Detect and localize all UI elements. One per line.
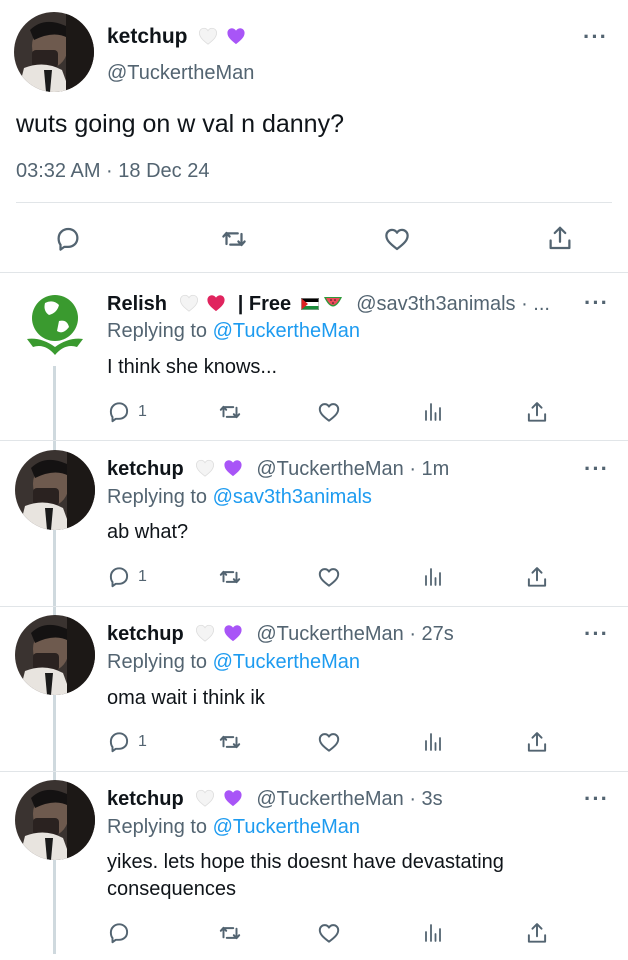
white-heart-emoji-icon bbox=[195, 789, 215, 807]
white-heart-emoji-icon bbox=[179, 294, 199, 312]
divider bbox=[0, 272, 628, 273]
analytics-icon[interactable] bbox=[421, 399, 445, 425]
like-icon[interactable] bbox=[316, 920, 342, 946]
purple-heart-emoji-icon bbox=[223, 789, 243, 807]
mention-link[interactable]: @TuckertheMan bbox=[213, 816, 360, 838]
more-options-icon[interactable]: ··· bbox=[584, 290, 609, 316]
reply-4-name[interactable]: ketchup bbox=[107, 788, 184, 810]
reply-1-name[interactable]: Relish bbox=[107, 293, 167, 315]
share-icon[interactable] bbox=[524, 563, 550, 591]
reply-4-avatar[interactable] bbox=[15, 780, 95, 860]
author-name[interactable]: ketchup bbox=[107, 25, 188, 48]
more-options-icon[interactable]: ··· bbox=[584, 621, 609, 647]
reply-3-name[interactable]: ketchup bbox=[107, 623, 184, 645]
analytics-icon[interactable] bbox=[421, 564, 445, 590]
more-options-icon[interactable]: ··· bbox=[584, 786, 609, 812]
reply-4-text: yikes. lets hope this doesnt have devast… bbox=[107, 851, 504, 900]
reply-count: 1 bbox=[138, 403, 147, 420]
mention-link[interactable]: @TuckertheMan bbox=[213, 651, 360, 673]
retweet-icon[interactable] bbox=[216, 920, 244, 946]
reply-1-replying-to: Replying to @TuckertheMan bbox=[107, 320, 361, 342]
share-icon[interactable] bbox=[524, 919, 550, 947]
purple-heart-emoji-icon bbox=[223, 459, 243, 477]
more-options-icon[interactable]: ··· bbox=[583, 24, 608, 50]
tweet-timestamp[interactable]: 03:32 AM · 18 Dec 24 bbox=[16, 160, 209, 183]
mention-link[interactable]: @TuckertheMan bbox=[213, 320, 360, 342]
red-heart-emoji-icon bbox=[206, 294, 226, 312]
tweet-text: wuts going on w val n danny? bbox=[16, 110, 344, 138]
purple-heart-emoji-icon bbox=[223, 624, 243, 642]
reply-icon[interactable] bbox=[53, 224, 83, 254]
retweet-icon[interactable] bbox=[216, 399, 244, 425]
reply-1-header: Relish | Free @sav3th3animals · ... bbox=[107, 293, 550, 316]
reply-2-text: ab what? bbox=[107, 521, 189, 543]
reply-4-replying-to: Replying to @TuckertheMan bbox=[107, 816, 361, 838]
reply-3-handle-time[interactable]: @TuckertheMan · 27s bbox=[256, 623, 453, 645]
author-avatar[interactable] bbox=[14, 12, 94, 92]
retweet-icon[interactable] bbox=[216, 564, 244, 590]
white-heart-emoji-icon bbox=[198, 27, 218, 45]
reply-1-text: I think she knows... bbox=[107, 356, 278, 378]
white-heart-emoji-icon bbox=[195, 624, 215, 642]
share-icon[interactable] bbox=[545, 222, 575, 254]
analytics-icon[interactable] bbox=[421, 920, 445, 946]
reply-icon[interactable] bbox=[106, 920, 132, 946]
relish-avatar[interactable] bbox=[15, 285, 95, 365]
reply-4-handle-time[interactable]: @TuckertheMan · 3s bbox=[256, 788, 442, 810]
analytics-icon[interactable] bbox=[421, 729, 445, 755]
reply-1-name-suffix: | Free bbox=[237, 293, 292, 315]
reply-3-replying-to: Replying to @TuckertheMan bbox=[107, 651, 361, 673]
main-tweet-author[interactable]: ketchup bbox=[107, 25, 246, 49]
reply-count: 1 bbox=[138, 568, 147, 585]
share-icon[interactable] bbox=[524, 398, 550, 426]
reply-3-text: oma wait i think ik bbox=[107, 687, 265, 709]
reply-3-avatar[interactable] bbox=[15, 615, 95, 695]
share-icon[interactable] bbox=[524, 728, 550, 756]
reply-count: 1 bbox=[138, 733, 147, 750]
purple-heart-emoji-icon bbox=[226, 27, 246, 45]
more-options-icon[interactable]: ··· bbox=[584, 456, 609, 482]
reply-1-handle-time[interactable]: @sav3th3animals · ... bbox=[356, 293, 550, 315]
retweet-icon[interactable] bbox=[218, 224, 250, 254]
reply-2-header: ketchup @TuckertheMan · 1m bbox=[107, 458, 449, 481]
retweet-icon[interactable] bbox=[216, 729, 244, 755]
divider bbox=[0, 606, 628, 607]
reply-icon[interactable] bbox=[106, 729, 132, 755]
mention-link[interactable]: @sav3th3animals bbox=[213, 486, 372, 508]
reply-2-name[interactable]: ketchup bbox=[107, 458, 184, 480]
reply-3-header: ketchup @TuckertheMan · 27s bbox=[107, 623, 454, 646]
like-icon[interactable] bbox=[316, 729, 342, 755]
palestine-flag-icon bbox=[300, 298, 319, 310]
author-handle[interactable]: @TuckertheMan bbox=[107, 62, 254, 85]
reply-icon[interactable] bbox=[106, 399, 132, 425]
divider bbox=[0, 771, 628, 772]
reply-4-header: ketchup @TuckertheMan · 3s bbox=[107, 788, 443, 811]
white-heart-emoji-icon bbox=[195, 459, 215, 477]
like-icon[interactable] bbox=[316, 399, 342, 425]
reply-2-avatar[interactable] bbox=[15, 450, 95, 530]
reply-2-handle-time[interactable]: @TuckertheMan · 1m bbox=[256, 458, 449, 480]
reply-2-replying-to: Replying to @sav3th3animals bbox=[107, 486, 372, 508]
watermelon-icon bbox=[323, 297, 342, 307]
like-icon[interactable] bbox=[381, 224, 413, 254]
like-icon[interactable] bbox=[316, 564, 342, 590]
globe-hands-logo-icon bbox=[27, 295, 83, 355]
divider bbox=[16, 202, 612, 203]
reply-icon[interactable] bbox=[106, 564, 132, 590]
divider bbox=[0, 440, 628, 441]
